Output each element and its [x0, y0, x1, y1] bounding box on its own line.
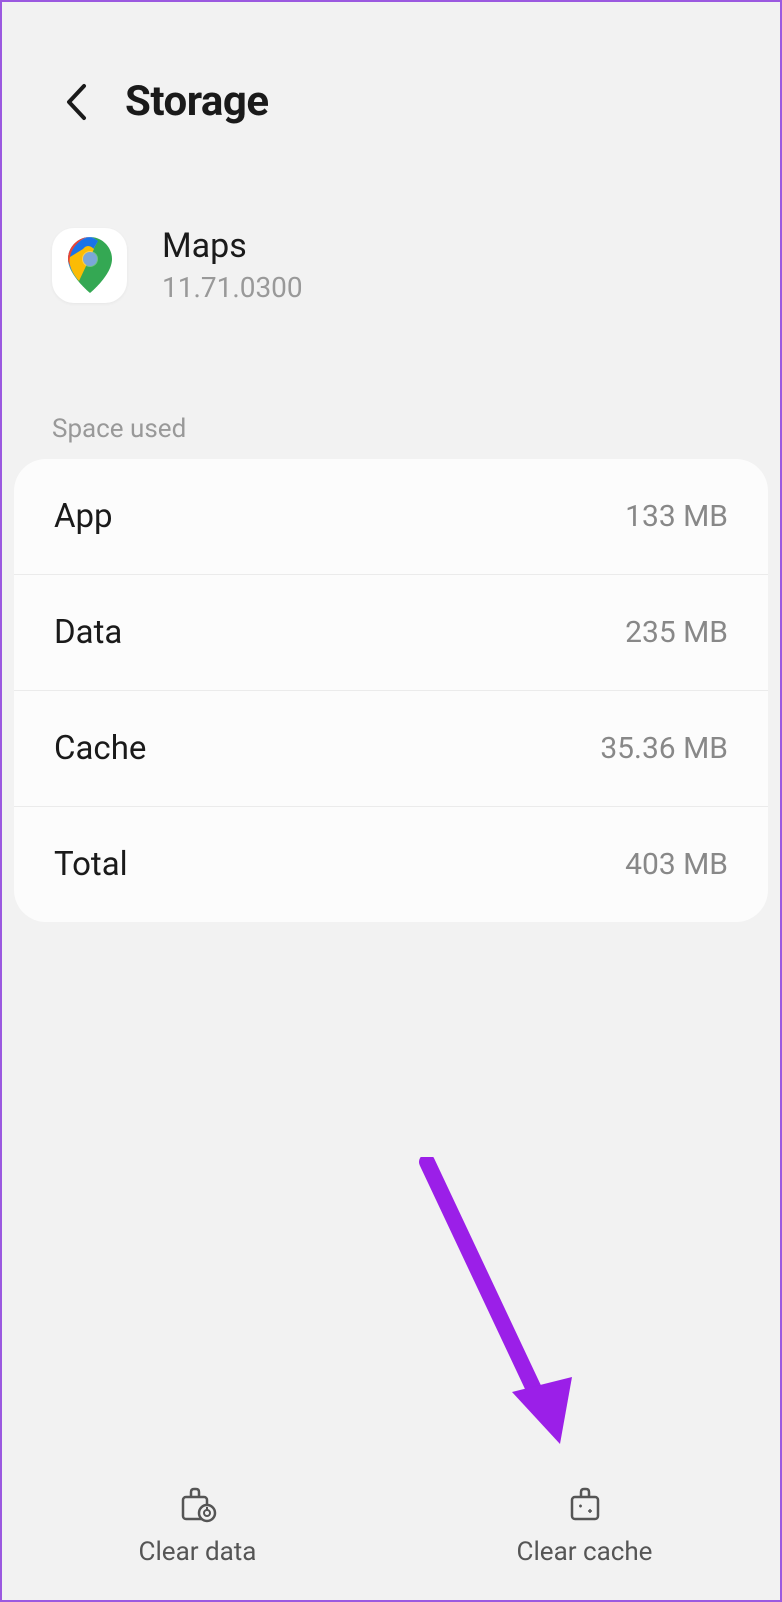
app-details: Maps 11.71.0300: [162, 226, 303, 304]
bottom-bar: Clear data Clear cache: [4, 1450, 778, 1600]
storage-row-app: App 133 MB: [14, 459, 768, 575]
clear-data-icon: [177, 1483, 219, 1525]
storage-label: Total: [54, 845, 128, 884]
storage-row-total: Total 403 MB: [14, 807, 768, 922]
storage-row-data: Data 235 MB: [14, 575, 768, 691]
clear-cache-label: Clear cache: [517, 1537, 653, 1567]
storage-value: 35.36 MB: [600, 731, 728, 766]
storage-list: App 133 MB Data 235 MB Cache 35.36 MB To…: [14, 459, 768, 922]
app-info: Maps 11.71.0300: [2, 166, 780, 334]
app-icon: [52, 228, 127, 303]
app-version: 11.71.0300: [162, 271, 303, 304]
storage-value: 133 MB: [625, 499, 728, 534]
storage-value: 403 MB: [625, 847, 728, 882]
section-label: Space used: [2, 334, 780, 459]
app-name: Maps: [162, 226, 303, 266]
storage-value: 235 MB: [625, 615, 728, 650]
storage-row-cache: Cache 35.36 MB: [14, 691, 768, 807]
storage-label: Data: [54, 613, 122, 652]
back-button[interactable]: [62, 80, 90, 124]
clear-data-label: Clear data: [139, 1537, 257, 1567]
page-title: Storage: [125, 77, 269, 126]
clear-cache-icon: [564, 1483, 606, 1525]
maps-icon: [68, 237, 112, 293]
clear-data-button[interactable]: Clear data: [4, 1450, 391, 1600]
arrow-annotation: [412, 1157, 592, 1467]
clear-cache-button[interactable]: Clear cache: [391, 1450, 778, 1600]
storage-label: App: [54, 497, 113, 536]
chevron-left-icon: [64, 82, 88, 122]
storage-label: Cache: [54, 729, 146, 768]
header: Storage: [2, 2, 780, 166]
